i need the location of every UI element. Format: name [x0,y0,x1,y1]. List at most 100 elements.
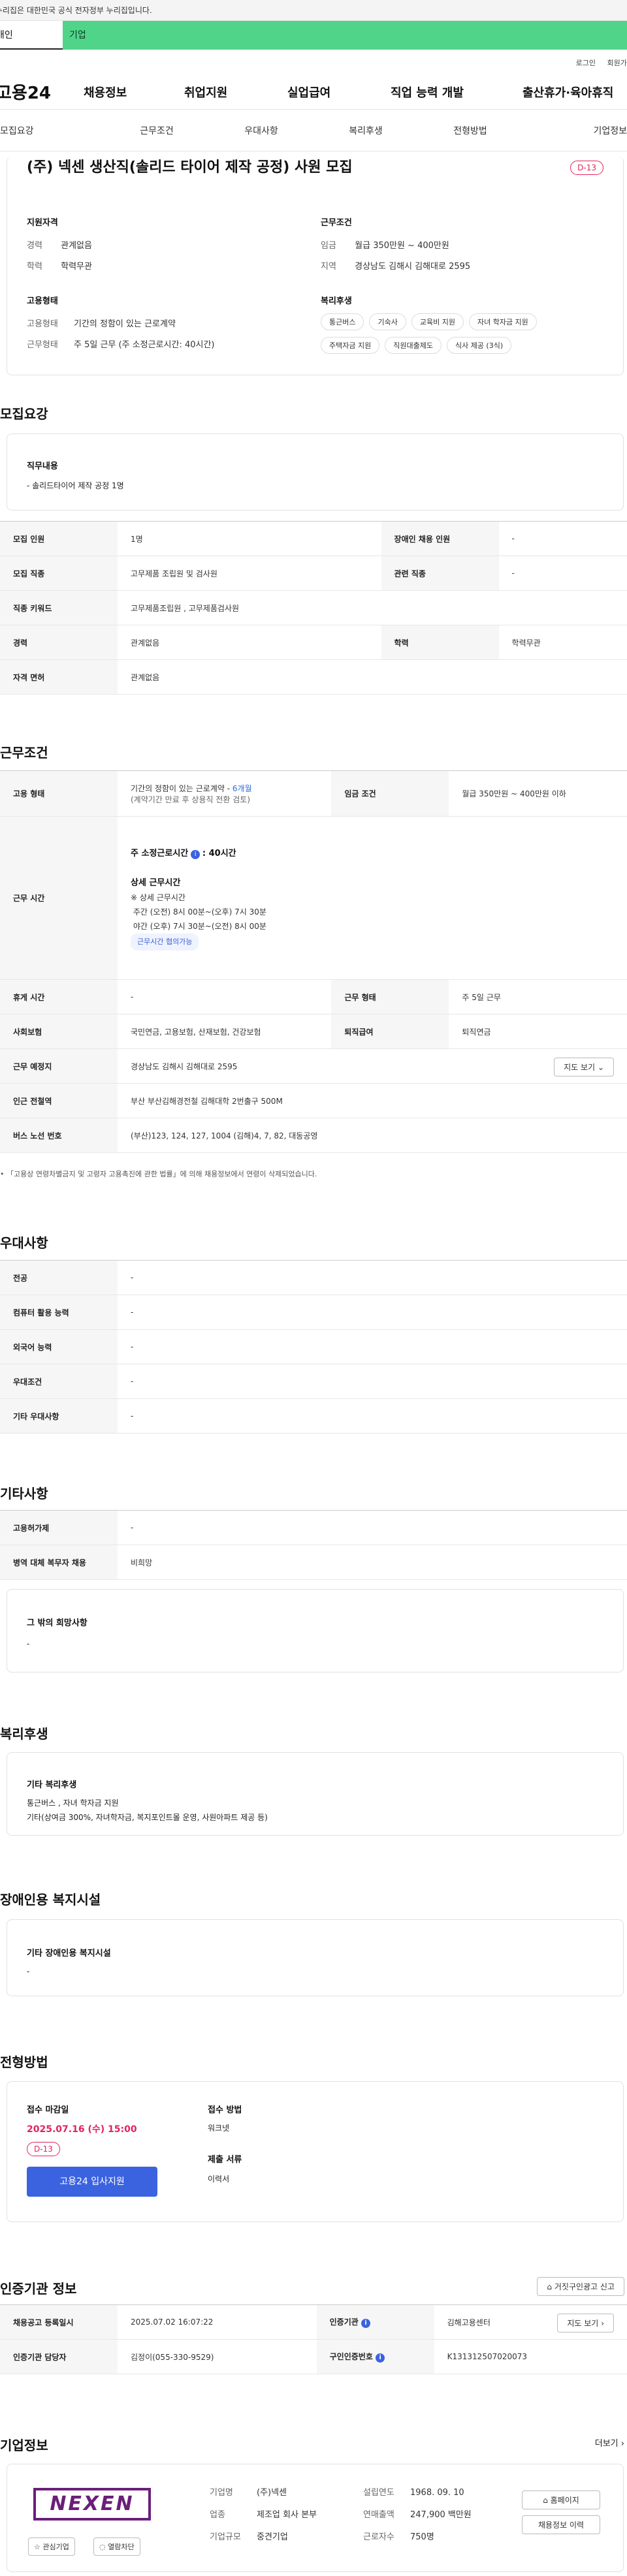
emp-heading: 고용형태 [27,296,58,306]
wage-label: 임금 [321,241,336,251]
cell-value: - [118,1510,627,1545]
info-icon[interactable]: i [191,849,201,859]
table-row: 병역 대체 복무자 채용 비희망 [0,1545,627,1580]
pref-table: 전공 - 컴퓨터 활용 능력 - 외국어 능력 - 우대조건 - 기타 우대사항 - [0,1260,627,1434]
dday-badge: D-13 [570,161,603,175]
cell-label: 장애인 채용 인원 [381,521,499,556]
site-logo[interactable]: 고용24 [0,80,51,104]
tab-preference[interactable]: 우대사항 [209,124,314,137]
est-label: 설립연도 [363,2488,394,2498]
company-card: NEXEN ☆ 관심기업 ◌ 열람차단 기업명 (주)넥센 업종 제조업 회사 본부… [7,2464,624,2572]
hours-value: : 40시간 [202,848,236,858]
work-place-value: 경상남도 김해시 김해대로 2595 [131,1061,238,1071]
age-note: • 「고용상 연령차별금지 및 고령자 고용촉진에 관한 법률」에 의해 채용정… [0,1170,317,1178]
join-link[interactable]: 회원가입 [607,57,627,68]
emp-type-note: (계약기간 만료 후 상용직 전환 검토) [131,794,250,804]
process-card: 접수 마감일 2025.07.16 (수) 15:00 D-13 고용24 입사… [7,2081,624,2222]
company-name-row: 기업명 (주)넥센 [210,2485,287,2498]
deadline-heading: 접수 마감일 [27,2105,69,2115]
cell-label: 인증기관 i [316,2304,434,2340]
welfare-tag: 통근버스 [321,313,364,330]
career-label: 경력 [27,241,42,251]
welfare-sub-heading: 기타 복리후생 [27,1780,77,1790]
map-button[interactable]: 지도 보기 ⌄ [554,1058,614,1076]
career-value: 관계없음 [61,241,92,251]
table-row: 휴게 시간 - 근무 형태 주 5일 근무 [0,979,627,1014]
loc-row: 지역 경상남도 김해시 김해대로 2595 [321,259,470,272]
welfare-tag: 주택자금 지원 [321,337,380,354]
workform-label: 근무형태 [27,340,58,350]
info-icon[interactable]: i [361,2319,370,2328]
gnb-menu-job-training[interactable]: 직업 능력 개발 [391,84,464,101]
cell-value: - [118,1364,627,1399]
cell-label: 근무 예정지 [0,1048,118,1084]
gnb-menu-unemployment-benefit[interactable]: 실업급여 [287,84,330,101]
welfare-tag: 직원대출제도 [385,337,442,354]
block-company-button[interactable]: ◌ 열람차단 [93,2537,140,2556]
cell-label: 컴퓨터 활용 능력 [0,1295,118,1330]
process-dday-badge: D-13 [27,2142,60,2156]
org-map-button[interactable]: 지도 보기 › [557,2314,614,2333]
career-row: 경력 관계없음 [27,238,92,251]
cell-label: 퇴직급여 [331,1014,449,1049]
login-link[interactable]: 로그인 [576,57,596,68]
info-icon[interactable]: i [376,2353,385,2363]
apply-button[interactable]: 고용24 입사지원 [27,2167,157,2197]
tab-company-info[interactable]: 기업정보 [522,124,627,137]
gnb-menu-employment-support[interactable]: 취업지원 [184,84,227,101]
home-icon: ⌂ [547,2282,553,2291]
emptype-value: 기간의 정함이 있는 근로계약 [74,319,176,329]
duty-card: 직무내용 - 솔리드타이어 제작 공정 1명 [7,433,624,510]
cell-value: 관계없음 [118,659,627,695]
cell-label: 전공 [0,1260,118,1295]
company-sales-row: 연매출액 247,900 백만원 [363,2507,472,2520]
cell-label: 모집 직종 [0,556,118,591]
favorite-label: 관심기업 [42,2543,69,2551]
welfare-section-heading: 복리후생 [0,1726,48,1742]
hope-heading: 그 밖의 희망사항 [27,1618,88,1628]
company-logo: NEXEN [33,2488,151,2521]
job-title: (주) 넥센 생산직(솔리드 타이어 제작 공정) 사원 모집 [27,159,353,176]
report-button-label: 거짓구인광고 신고 [554,2282,615,2291]
emptype-label: 고용형태 [27,319,58,329]
company-emp-row: 근로자수 750명 [363,2530,434,2542]
hours-night: 야간 (오후) 7시 30분~(오전) 8시 00분 [133,921,266,931]
tab-company[interactable]: 기업 [63,21,627,50]
tab-recruit[interactable]: 모집요강 [0,124,104,137]
cert-heading: 인증기관 정보 [0,2281,77,2297]
report-button[interactable]: ⌂ 거짓구인광고 신고 [537,2277,624,2296]
cell-value: 고무제품 조립원 및 검사원 [118,556,381,591]
edu-label: 학력 [27,262,42,272]
favorite-company-button[interactable]: ☆ 관심기업 [28,2537,75,2556]
recruit-history-button[interactable]: 채용정보 이력 [522,2515,600,2534]
hours-detail-note: ※ 상세 근무시간 [131,892,185,902]
cell-value: - [118,1260,627,1295]
company-industry-row: 업종 제조업 회사 본부 [210,2507,317,2520]
cell-value: - [118,1295,627,1330]
cell-value: 기간의 정함이 있는 근로계약 - 6개월 (계약기간 만료 후 상용직 전환 검… [118,770,332,817]
gnb-menu-maternity-leave[interactable]: 출산휴가·육아휴직 [522,84,613,101]
table-row: 컴퓨터 활용 능력 - [0,1295,627,1330]
table-row: 우대조건 - [0,1364,627,1399]
disabled-sub-heading: 기타 장애인용 복지시설 [27,1949,111,1958]
global-nav: 고용24 채용정보 취업지원 실업급여 직업 능력 개발 출산휴가·육아휴직 [0,74,627,110]
method-heading: 접수 방법 [208,2105,242,2115]
gnb-menu-jobs[interactable]: 채용정보 [84,84,127,101]
org-label: 인증기관 [329,2317,359,2327]
duty-heading: 직무내용 [27,462,58,471]
pref-heading: 우대사항 [0,1235,48,1251]
more-link[interactable]: 더보기 › [595,2436,624,2449]
tab-welfare[interactable]: 복리후생 [314,124,418,137]
tab-company-label: 기업 [69,30,86,40]
table-row: 근무 예정지 경상남도 김해시 김해대로 2595 지도 보기 ⌄ [0,1048,627,1084]
homepage-button[interactable]: ⌂ 홈페이지 [522,2490,600,2509]
cell-label: 기타 우대사항 [0,1398,118,1434]
org-value: 김해고용센터 [447,2317,490,2327]
loc-value: 경상남도 김해시 김해대로 2595 [355,262,471,272]
tab-process[interactable]: 전형방법 [418,124,522,137]
tab-work-condition[interactable]: 근무조건 [104,124,209,137]
section-tabs: 모집요강 근무조건 우대사항 복리후생 전형방법 기업정보 [0,110,627,151]
sales-value: 247,900 백만원 [410,2510,472,2520]
cell-value: - [498,556,627,591]
tab-person[interactable]: 개인 [0,21,63,50]
